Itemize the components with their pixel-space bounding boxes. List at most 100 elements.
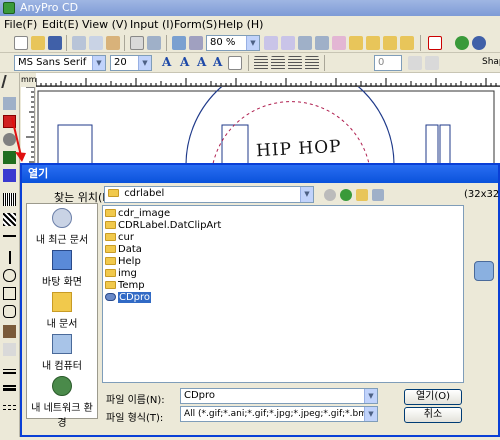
line-width-icon[interactable] [3, 369, 16, 374]
font-size-select[interactable]: 20 ▼ [110, 55, 152, 71]
dialog-title-bar: 열기 [22, 165, 498, 183]
chevron-down-icon: ▼ [138, 56, 151, 70]
menu-edit[interactable]: Edit(E) [42, 18, 79, 31]
color-icon[interactable] [3, 169, 16, 182]
align-justify-icon[interactable] [305, 56, 319, 70]
new-folder-icon[interactable] [356, 189, 368, 201]
filename-input[interactable]: CDpro ▼ [180, 388, 378, 404]
folder-icon [105, 257, 116, 265]
rotate-right-icon[interactable] [281, 36, 295, 50]
ellipse-icon[interactable] [3, 269, 16, 282]
chevron-down-icon: ▼ [364, 407, 377, 421]
filename-label: 파일 이름(N): [106, 395, 165, 406]
cancel-button[interactable]: 취소 [404, 407, 462, 423]
print-icon[interactable] [147, 36, 161, 50]
delete-icon[interactable] [428, 36, 442, 50]
new-icon[interactable] [14, 36, 28, 50]
list-item[interactable]: cur [105, 232, 134, 244]
font-a-medium-icon[interactable]: A [180, 55, 189, 69]
pointer-icon[interactable] [1, 75, 18, 88]
filetype-select[interactable]: All (*.gif;*.ani;*.gif;*.jpg;*.jpeg;*.gi… [180, 406, 378, 422]
chevron-down-icon: ▼ [92, 56, 105, 70]
list-item[interactable]: CDRLabel.DatClipArt [105, 220, 221, 232]
copy-icon[interactable] [89, 36, 103, 50]
filetype-label: 파일 형식(T): [106, 413, 164, 424]
place-my-computer[interactable]: 내 컴퓨터 [27, 334, 97, 372]
place-network[interactable]: 내 네트워크 환경 [27, 376, 97, 429]
spacing-field[interactable]: 0 [374, 55, 402, 71]
menu-view[interactable]: View (V) [82, 18, 128, 31]
group-icon[interactable] [349, 36, 363, 50]
font-a-large-icon[interactable]: A [162, 55, 171, 69]
folder-icon [105, 281, 116, 289]
menu-form[interactable]: Form(S) [174, 18, 217, 31]
rotate-left-icon[interactable] [264, 36, 278, 50]
folder-icon [105, 245, 116, 253]
front-icon[interactable] [383, 36, 397, 50]
pattern-icon[interactable] [3, 213, 16, 226]
line-style-icon[interactable] [3, 385, 16, 391]
globe-icon[interactable] [455, 36, 469, 50]
font-a-small-icon[interactable]: A [197, 55, 206, 69]
open-file-dialog: 열기 찾는 위치(I): cdrlabel ▼ (32x32) 내 최근 문서 … [20, 163, 500, 437]
align-right-icon[interactable] [288, 56, 302, 70]
save-icon[interactable] [48, 36, 62, 50]
format-toolbar: MS Sans Serif▼ 20▼ A A A A 0 Shap [0, 53, 500, 73]
arc-icon[interactable] [425, 56, 439, 70]
curve-icon[interactable] [408, 56, 422, 70]
print-preview-icon[interactable] [130, 36, 144, 50]
list-item[interactable]: img [105, 268, 137, 280]
rectangle-icon[interactable] [3, 287, 16, 300]
list-item[interactable]: cdr_image [105, 208, 170, 220]
place-desktop[interactable]: 바탕 화면 [27, 250, 97, 288]
look-in-select[interactable]: cdrlabel ▼ [104, 186, 314, 203]
text-style-icon[interactable] [228, 56, 242, 70]
menu-bar: File(F) Edit(E) View (V) Input (I) Form(… [0, 16, 500, 34]
pen-icon[interactable] [3, 325, 16, 338]
view-menu-icon[interactable] [372, 189, 384, 201]
rounded-rect-icon[interactable] [3, 305, 16, 318]
place-recent[interactable]: 내 최근 문서 [27, 208, 97, 246]
menu-help[interactable]: Help (H) [218, 18, 263, 31]
vertical-line-icon[interactable] [9, 251, 11, 264]
menu-input[interactable]: Input (I) [130, 18, 174, 31]
search-icon[interactable] [189, 36, 203, 50]
align-center-icon[interactable] [271, 56, 285, 70]
layer-icon[interactable] [332, 36, 346, 50]
folder-icon [108, 189, 119, 197]
menu-file[interactable]: File(F) [4, 18, 37, 31]
font-select[interactable]: MS Sans Serif ▼ [14, 55, 106, 71]
help-icon[interactable] [472, 36, 486, 50]
up-folder-icon[interactable] [340, 189, 352, 201]
barcode-icon[interactable] [3, 193, 16, 206]
paste-icon[interactable] [106, 36, 120, 50]
file-list[interactable]: cdr_image CDRLabel.DatClipArt cur Data H… [102, 205, 464, 383]
cut-icon[interactable] [72, 36, 86, 50]
folder-icon [105, 269, 116, 277]
ungroup-icon[interactable] [366, 36, 380, 50]
open-button[interactable]: 열기(O) [404, 389, 462, 405]
distribute-icon[interactable] [315, 36, 329, 50]
place-my-documents[interactable]: 내 문서 [27, 292, 97, 330]
my-computer-icon [52, 334, 72, 354]
horizontal-ruler [35, 73, 500, 87]
dialog-title: 열기 [28, 167, 49, 180]
open-icon[interactable] [31, 36, 45, 50]
fill-icon[interactable] [3, 343, 16, 356]
back-icon[interactable] [324, 189, 336, 201]
list-item[interactable]: Temp [105, 280, 145, 292]
align-left-icon[interactable] [254, 56, 268, 70]
line-icon[interactable] [3, 235, 16, 237]
list-item-selected[interactable]: CDpro [105, 292, 152, 304]
zoom-select[interactable]: 80 % ▼ [206, 35, 260, 51]
list-item[interactable]: Data [105, 244, 142, 256]
preview-pane [470, 205, 498, 383]
dash-style-icon[interactable] [3, 405, 16, 410]
align-icon[interactable] [298, 36, 312, 50]
standard-toolbar: 80 % ▼ [0, 34, 500, 53]
list-item[interactable]: Help [105, 256, 141, 268]
recent-documents-icon [52, 208, 72, 228]
font-a-outline-icon[interactable]: A [213, 55, 222, 69]
zoom-icon[interactable] [172, 36, 186, 50]
back-icon[interactable] [400, 36, 414, 50]
